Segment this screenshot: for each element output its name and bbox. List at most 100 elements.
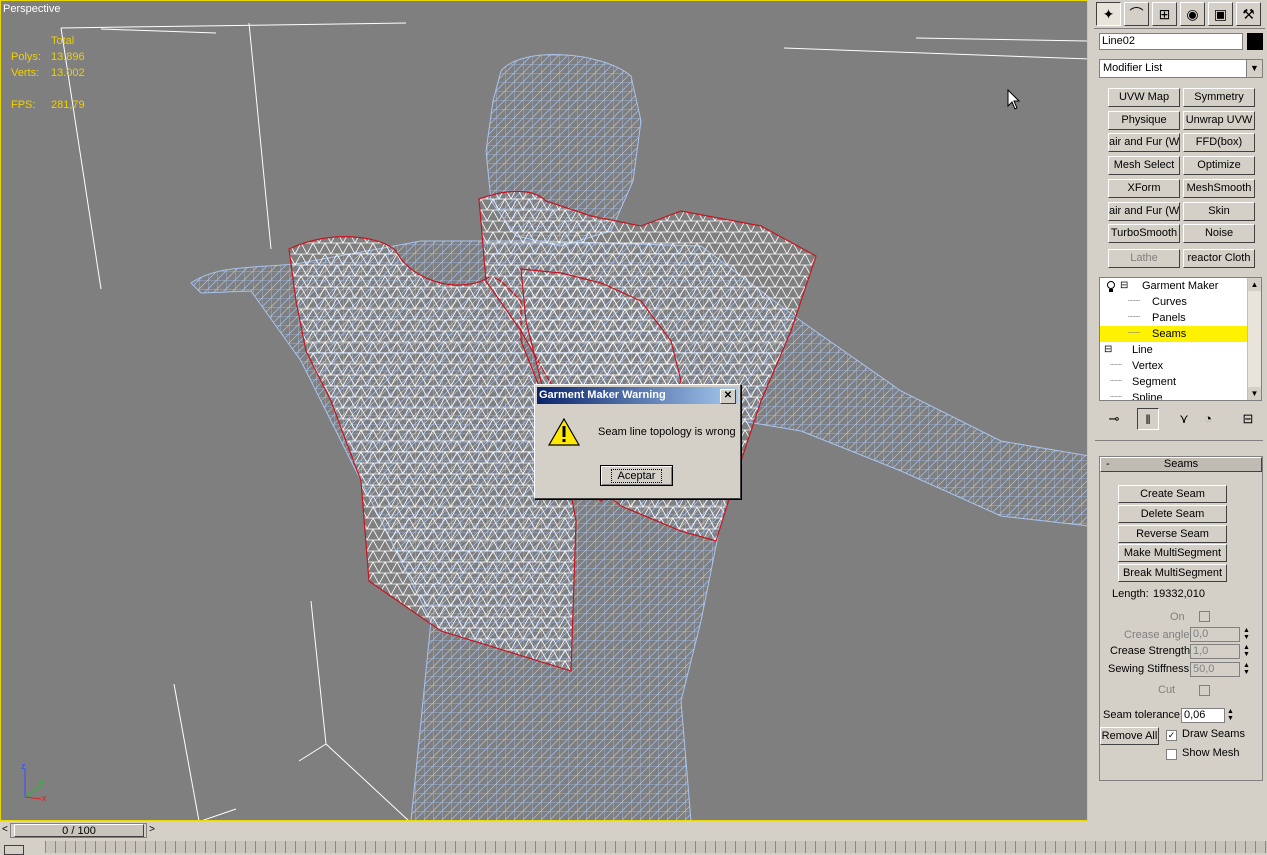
stats-verts-label: Verts: (11, 67, 40, 79)
dialog-close-button[interactable]: ✕ (720, 389, 736, 404)
crease-angle-spinner[interactable]: 0,0 (1190, 627, 1240, 642)
seam-action-button[interactable]: Make MultiSegment (1118, 544, 1227, 562)
pin-stack-icon[interactable]: ⊸ (1103, 408, 1125, 430)
spinner-arrows-icon[interactable]: ▲ ▼ (1242, 627, 1251, 642)
stack-item[interactable]: ┈┈ Segment (1100, 374, 1248, 390)
stack-item-label: Panels (1152, 312, 1186, 324)
modifier-list-dropdown[interactable]: Modifier List ▼ (1099, 59, 1263, 78)
command-panel-tabs: ✦ ⌒ ⊞ ◉ ▣ ⚒ (1094, 0, 1265, 29)
stats-polys-label: Polys: (11, 51, 41, 63)
modifier-button[interactable]: air and Fur (WS (1108, 133, 1180, 152)
tree-line-icon: ┈┈ (1110, 392, 1123, 401)
draw-seams-checkbox[interactable]: ✓ (1166, 730, 1177, 741)
modifier-button[interactable]: Optimize (1183, 156, 1255, 175)
object-name-field[interactable]: Line02 (1099, 33, 1243, 50)
modifier-button[interactable]: TurboSmooth (1108, 224, 1180, 243)
command-panel: ✦ ⌒ ⊞ ◉ ▣ ⚒ Line02 Modifier List ▼ UVW M… (1091, 0, 1267, 821)
tree-line-icon: ┈┈ (1128, 312, 1141, 323)
modify-tab-icon[interactable]: ⌒ (1124, 2, 1149, 26)
length-value: 19332,010 (1153, 588, 1205, 600)
crease-angle-label: Crease angle (1124, 629, 1190, 641)
modifier-button[interactable]: Noise (1183, 224, 1255, 243)
seams-rollout-header[interactable]: - Seams (1100, 457, 1262, 472)
stack-item-label: Line (1132, 344, 1153, 356)
stack-item[interactable]: ⊟ Garment Maker (1100, 278, 1248, 294)
remove-all-button[interactable]: Remove All (1100, 727, 1159, 745)
seam-action-button[interactable]: Create Seam (1118, 485, 1227, 503)
motion-tab-icon[interactable]: ◉ (1180, 2, 1205, 26)
time-prev-icon[interactable]: < (2, 824, 8, 835)
time-next-icon[interactable]: > (149, 824, 155, 835)
show-mesh-checkbox[interactable] (1166, 749, 1177, 760)
stats-fps-label: FPS: (11, 99, 36, 111)
configure-modifier-sets-icon[interactable]: ⊟ (1237, 408, 1259, 430)
modifier-button[interactable]: air and Fur (WS (1108, 202, 1180, 221)
mini-curve-icon[interactable] (4, 845, 24, 855)
modifier-button[interactable]: MeshSmooth (1183, 179, 1255, 198)
track-bar[interactable] (45, 841, 1267, 853)
dialog-titlebar[interactable]: Garment Maker Warning ✕ (537, 387, 738, 404)
seam-action-button[interactable]: Delete Seam (1118, 505, 1227, 523)
spinner-arrows-icon[interactable]: ▲ ▼ (1242, 662, 1251, 677)
modifier-button[interactable]: Mesh Select (1108, 156, 1180, 175)
bulb-icon[interactable] (1106, 281, 1116, 293)
make-unique-icon[interactable]: ⋎ (1173, 408, 1195, 430)
viewport-label[interactable]: Perspective (3, 3, 60, 15)
scroll-down-icon[interactable]: ▼ (1248, 387, 1261, 400)
chevron-down-icon[interactable]: ▼ (1246, 60, 1262, 77)
modifier-button[interactable]: Lathe (1108, 249, 1180, 268)
display-tab-icon[interactable]: ▣ (1208, 2, 1233, 26)
time-slider[interactable]: < 0 / 100 > (2, 823, 155, 838)
seam-tolerance-spinner[interactable]: 0,06 (1181, 708, 1225, 723)
remove-modifier-icon[interactable]: ◔ (1197, 408, 1219, 430)
sewing-stiffness-spinner[interactable]: 50,0 (1190, 662, 1240, 677)
stack-item[interactable]: ┈┈ Panels (1100, 310, 1248, 326)
seam-action-button[interactable]: Break MultiSegment (1118, 564, 1227, 582)
cut-checkbox[interactable] (1199, 685, 1210, 696)
stack-item-label: Curves (1152, 296, 1187, 308)
modifier-list-label: Modifier List (1103, 62, 1163, 74)
axis-gizmo-icon: z y x (21, 761, 47, 803)
dialog-message: Seam line topology is wrong (598, 426, 736, 438)
tree-line-icon: ┈┈ (1110, 360, 1123, 371)
stack-item[interactable]: ⊟ Line (1100, 342, 1248, 358)
show-end-result-icon[interactable]: ‖ (1137, 408, 1159, 430)
stack-item[interactable]: ┈┈ Vertex (1100, 358, 1248, 374)
modifier-button[interactable]: Skin (1183, 202, 1255, 221)
collapse-box-icon[interactable]: ⊟ (1120, 278, 1128, 294)
dialog-title: Garment Maker Warning (539, 389, 666, 401)
crease-strength-label: Crease Strength (1110, 645, 1191, 657)
seams-rollout-title: Seams (1163, 458, 1199, 470)
seam-action-button[interactable]: Reverse Seam (1118, 525, 1227, 543)
crease-strength-spinner[interactable]: 1,0 (1190, 644, 1240, 659)
modifier-button[interactable]: XForm (1108, 179, 1180, 198)
scroll-up-icon[interactable]: ▲ (1248, 278, 1261, 291)
stack-item[interactable]: ┈┈ Spline (1100, 390, 1248, 401)
time-slider-thumb[interactable]: 0 / 100 (14, 824, 144, 837)
modifier-button[interactable]: FFD(box) (1183, 133, 1255, 152)
spinner-arrows-icon[interactable]: ▲ ▼ (1226, 708, 1235, 723)
axis-y-label: y (39, 777, 44, 787)
stack-tools: ⊸ ‖ ⋎ ◔ ⊟ (1099, 408, 1263, 430)
modifier-button[interactable]: Symmetry (1183, 88, 1255, 107)
modifier-button[interactable]: Physique (1108, 111, 1180, 130)
create-tab-icon[interactable]: ✦ (1096, 2, 1121, 26)
object-color-swatch[interactable] (1247, 33, 1263, 50)
modifier-button[interactable]: UVW Map (1108, 88, 1180, 107)
stack-scrollbar[interactable]: ▲ ▼ (1247, 278, 1261, 400)
on-checkbox[interactable] (1199, 611, 1210, 622)
hierarchy-tab-icon[interactable]: ⊞ (1152, 2, 1177, 26)
utilities-tab-icon[interactable]: ⚒ (1236, 2, 1261, 26)
stack-item-label: Spline (1132, 392, 1163, 401)
collapse-box-icon[interactable]: ⊟ (1104, 342, 1112, 358)
stack-item[interactable]: ┈┈ Seams (1100, 326, 1248, 342)
stack-item[interactable]: ┈┈ Curves (1100, 294, 1248, 310)
modifier-stack[interactable]: ⊟ Garment Maker ┈┈ Curves ┈┈ Panels ┈┈ Seams ⊟ Li… (1099, 277, 1262, 401)
modifier-button[interactable]: reactor Cloth (1183, 249, 1255, 268)
modifier-button[interactable]: Unwrap UVW (1183, 111, 1255, 130)
spinner-arrows-icon[interactable]: ▲ ▼ (1242, 644, 1251, 659)
cut-label: Cut (1158, 684, 1176, 696)
dialog-ok-button[interactable]: Aceptar (600, 465, 673, 486)
show-mesh-label: Show Mesh (1182, 747, 1240, 759)
stats-total-label: Total (51, 35, 75, 47)
